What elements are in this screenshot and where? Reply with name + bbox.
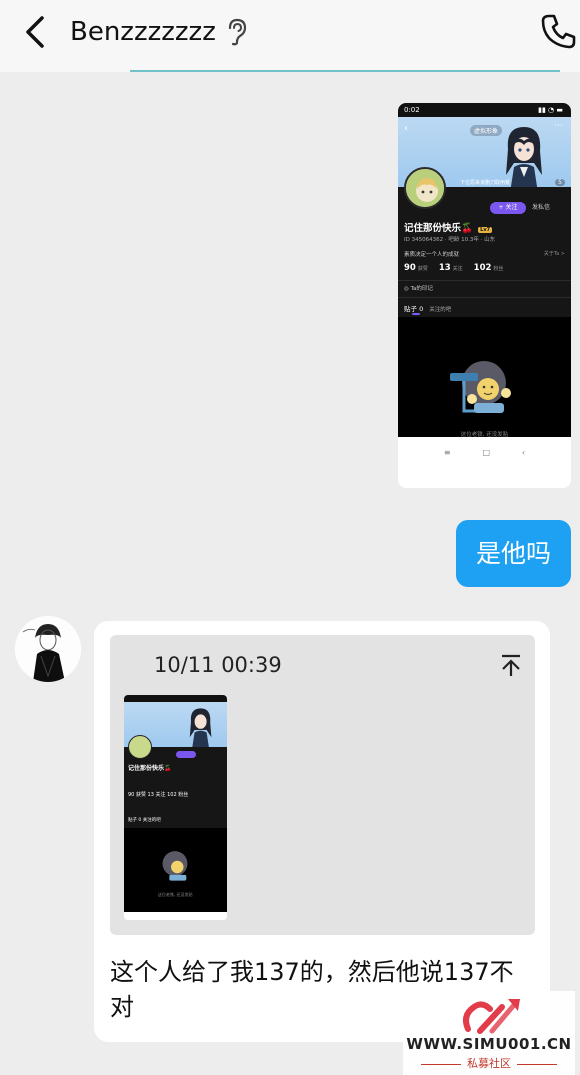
stat-label: 获赞 [417,266,428,272]
sent-screenshot[interactable]: 0:02 ▮▮ ◔ ▬ ‹ ··· 虚拟形象 下位原来该删刀取用戴 5 + 关注… [398,103,571,488]
divider-line [130,70,560,72]
stat-label: 关注 [452,266,463,272]
profile-body: 记住那份快乐🍒 90 获赞 13 关注 102 粉丝 贴子 0 关注的吧 [124,735,227,828]
cartoon-avatar-icon [406,169,444,207]
received-message-card[interactable]: 10/11 00:39 记住那份快乐🍒 90 获赞 13 关注 102 粉丝 贴… [94,621,550,1042]
follow-button: + 关注 [490,202,526,214]
empty-state-illustration [162,851,188,881]
contact-name[interactable]: Benzzzzzzz [70,14,216,50]
section-divider [398,280,571,281]
stat-value: 90 [404,263,416,273]
message-button: 发私信 [532,204,551,211]
empty-state-text: 这位老铁, 还没发贴 [158,892,193,897]
empty-feed: 这位老铁, 还没发贴 [398,317,571,438]
status-time: 0:02 [404,106,420,114]
menu-icon: ≡ [443,447,451,457]
anime-figure-illustration [189,708,212,748]
status-icons: ▮▮ ◔ ▬ [538,106,563,114]
site-watermark: WWW.SIMU001.CN 私募社区 [403,991,575,1075]
empty-feed: 这位老铁, 还没发贴 [124,828,227,912]
profile-body: + 关注 发私信 记住那份快乐🍒 Lv7 ID 345064362 · 吧龄 1… [398,167,571,438]
profile-name-text: 记住那份快乐🍒 [404,223,473,234]
profile-stats: 90 获赞 13 关注 102 粉丝 [404,263,511,273]
home-icon: □ [482,447,491,457]
visit-count: 5 [555,179,565,186]
sent-message-bubble[interactable]: 是他吗 [456,520,571,587]
stat-value: 13 [438,263,451,273]
contact-avatar[interactable] [15,616,81,682]
watermark-subtitle: 私募社区 [403,1055,575,1071]
status-bar: 0:02 ▮▮ ◔ ▬ [398,103,571,117]
stat-value: 102 [473,263,492,273]
profile-tabs: 贴子 0 关注的吧 [404,303,451,313]
back-icon: ‹ [404,123,408,134]
ear-icon[interactable] [226,18,248,46]
person-silhouette-icon [15,616,81,682]
android-nav-bar: ≡ □ ‹ [398,437,571,467]
banner-note: 下位原来该删刀取用戴 [460,180,511,186]
chat-header: Benzzzzzzz [0,0,580,72]
section-divider [398,297,571,298]
profile-tabs: 贴子 0 关注的吧 [128,818,161,823]
mini-screenshot: 记住那份快乐🍒 90 获赞 13 关注 102 粉丝 贴子 0 关注的吧 这位老… [124,695,227,920]
watermark-url: WWW.SIMU001.CN [406,1035,572,1053]
android-nav-bar [124,912,227,920]
profile-description: 素质决定一个人的成就 [404,252,460,258]
profile-stats: 90 获赞 13 关注 102 粉丝 [128,792,189,798]
stat-label: 粉丝 [493,266,504,272]
profile-name: 记住那份快乐🍒 Lv7 [404,220,493,234]
follow-button [176,751,196,758]
phone-icon[interactable] [540,12,578,50]
quote-timestamp: 10/11 00:39 [154,653,282,677]
watermark-logo-icon [463,999,520,1034]
tab-followed-bars: 关注的吧 [429,307,452,313]
profile-name: 记住那份快乐🍒 [128,765,172,772]
quoted-screenshot[interactable]: 10/11 00:39 记住那份快乐🍒 90 获赞 13 关注 102 粉丝 贴… [110,635,535,935]
profile-avatar [404,167,446,209]
profile-avatar [128,735,152,759]
badge-section: ◎ Ta的印记 [404,286,433,292]
badge-section-label: Ta的印记 [410,286,433,292]
empty-state-illustration [450,361,511,413]
back-nav-icon: ‹ [521,447,526,457]
chevron-left-icon[interactable] [20,12,52,52]
scroll-to-top-icon[interactable] [500,653,522,677]
level-badge: Lv7 [478,227,493,233]
more-icon: ··· [554,121,563,131]
status-bar [124,695,227,702]
about-link: 关于Ta > [543,251,565,257]
tab-underline [412,313,420,315]
profile-id-line: ID 345064362 · 吧龄 10.3年 · 山东 [404,237,496,243]
tab-posts: 贴子 0 [404,305,424,313]
empty-state-text: 这位老铁, 还没发贴 [460,432,509,438]
